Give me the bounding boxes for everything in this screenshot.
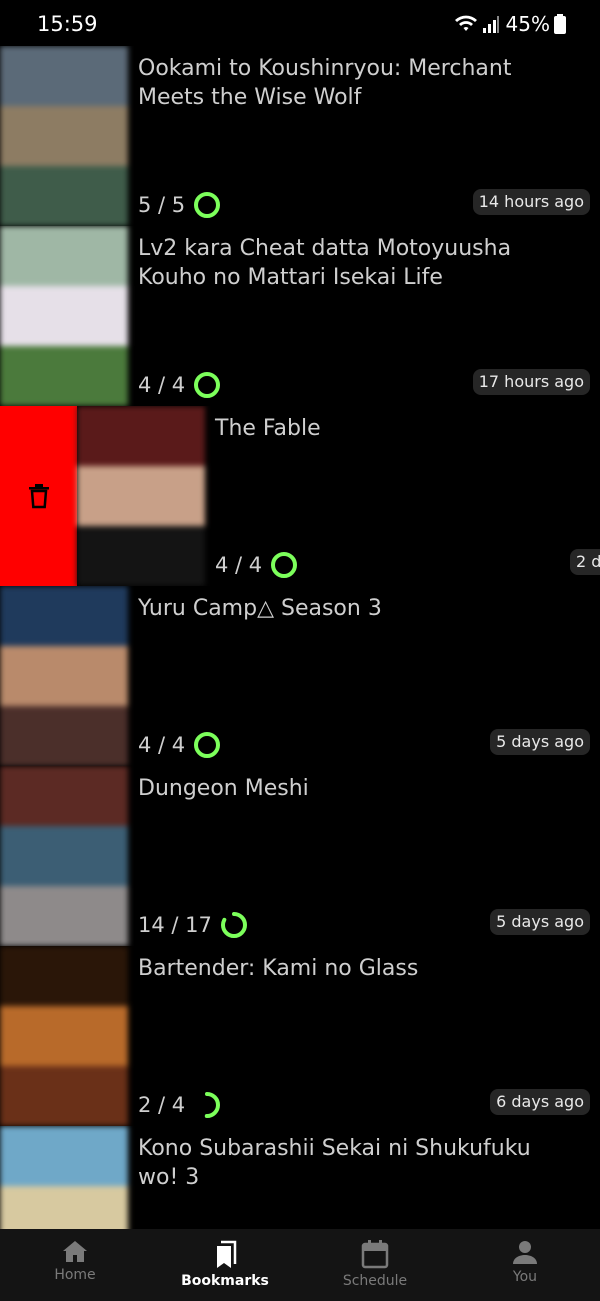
cover-image [0, 946, 128, 1126]
bookmark-item[interactable]: Ookami to Koushinryou: Merchant Meets th… [0, 46, 600, 226]
status-time: 15:59 [37, 12, 98, 36]
episode-progress: 2 / 4 [138, 1090, 221, 1120]
episode-progress: 4 / 4 [138, 370, 221, 400]
anime-title: Dungeon Meshi [138, 776, 309, 801]
nav-label: Bookmarks [181, 1273, 269, 1289]
cover-image [77, 406, 205, 586]
delete-button[interactable] [0, 406, 77, 586]
anime-title: Kono Subarashii Sekai ni Shukufuku wo! 3 [138, 1136, 531, 1190]
episode-progress: 5 / 5 [138, 190, 221, 220]
status-bar: 15:59 45% [0, 0, 600, 46]
status-icons: 45% [454, 12, 566, 36]
cover-image [0, 766, 128, 946]
episode-progress: 14 / 17 [138, 910, 248, 940]
bookmarks-icon [217, 1240, 237, 1268]
cover-image [0, 46, 128, 226]
bookmark-item[interactable]: Yuru Camp△ Season 3 4 / 4 5 days ago [0, 586, 600, 766]
last-updated-badge: 5 days ago [490, 909, 590, 935]
bottom-navigation: Home Bookmarks Schedule You [0, 1229, 600, 1301]
signal-icon [482, 16, 499, 33]
calendar-icon [361, 1240, 389, 1269]
anime-title: Lv2 kara Cheat datta Motoyuusha Kouho no… [138, 236, 512, 290]
progress-ring-icon [271, 552, 298, 578]
episode-progress: 4 / 4 [138, 730, 221, 760]
nav-you[interactable]: You [450, 1229, 600, 1301]
cover-image [0, 1126, 128, 1229]
last-updated-badge: 5 days ago [490, 729, 590, 755]
person-icon [513, 1241, 537, 1264]
anime-title: Ookami to Koushinryou: Merchant Meets th… [138, 56, 512, 110]
bookmark-item[interactable]: Lv2 kara Cheat datta Motoyuusha Kouho no… [0, 226, 600, 406]
wifi-icon [454, 15, 477, 31]
episode-progress: 4 / 4 [215, 550, 298, 580]
bookmark-item[interactable]: Bartender: Kami no Glass 2 / 4 6 days ag… [0, 946, 600, 1126]
episode-count: 4 / 4 [215, 553, 263, 577]
anime-title: Yuru Camp△ Season 3 [138, 596, 382, 621]
cover-image [0, 226, 128, 406]
last-updated-badge: 14 hours ago [472, 189, 590, 215]
progress-ring-icon [194, 192, 221, 218]
episode-count: 2 / 4 [138, 1093, 186, 1117]
progress-ring-icon [194, 732, 221, 758]
progress-ring-icon [194, 372, 221, 398]
last-updated-badge: 2 d [570, 549, 600, 575]
bookmark-item[interactable]: Dungeon Meshi 14 / 17 5 days ago [0, 766, 600, 946]
nav-label: You [512, 1269, 538, 1285]
trash-icon [28, 484, 49, 509]
bookmark-item[interactable]: Kono Subarashii Sekai ni Shukufuku wo! 3 [0, 1126, 600, 1229]
nav-bookmarks[interactable]: Bookmarks [150, 1229, 300, 1301]
bookmark-content[interactable]: The Fable 4 / 4 2 d [77, 406, 600, 586]
cover-image [0, 586, 128, 766]
last-updated-badge: 6 days ago [490, 1089, 590, 1115]
episode-count: 5 / 5 [138, 193, 186, 217]
episode-count: 4 / 4 [138, 373, 186, 397]
nav-home[interactable]: Home [0, 1229, 150, 1301]
anime-title: Bartender: Kami no Glass [138, 956, 419, 981]
anime-title: The Fable [215, 416, 321, 441]
battery-level: 45% [505, 12, 550, 36]
episode-count: 14 / 17 [138, 913, 212, 937]
nav-label: Home [54, 1267, 96, 1283]
battery-icon [554, 14, 566, 34]
bookmark-item-swiped[interactable]: The Fable 4 / 4 2 d [0, 406, 600, 586]
home-icon [63, 1241, 87, 1262]
episode-count: 4 / 4 [138, 733, 186, 757]
progress-ring-icon [194, 1092, 221, 1118]
nav-schedule[interactable]: Schedule [300, 1229, 450, 1301]
nav-label: Schedule [342, 1273, 408, 1289]
last-updated-badge: 17 hours ago [472, 369, 590, 395]
progress-ring-icon [220, 912, 247, 938]
